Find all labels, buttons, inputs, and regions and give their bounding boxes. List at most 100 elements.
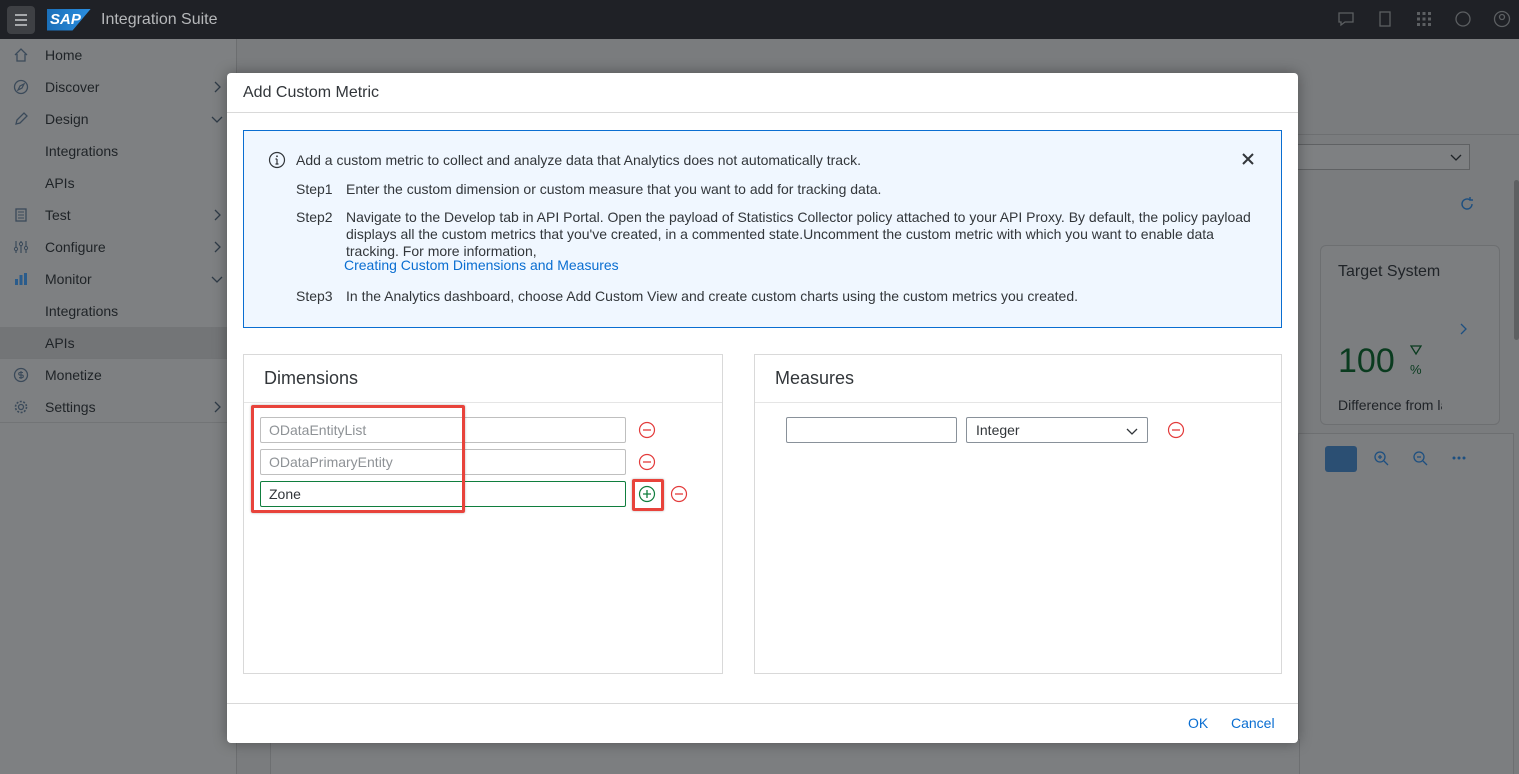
gear-icon: [14, 400, 28, 413]
card-value: 100: [1338, 342, 1395, 380]
menu-button[interactable]: [7, 5, 35, 34]
add-dimension-button[interactable]: [638, 485, 656, 503]
nav-label: Test: [45, 207, 71, 223]
refresh-icon: [1461, 197, 1473, 210]
nav-item-configure[interactable]: Configure: [0, 231, 236, 263]
list-view-button: [1325, 446, 1357, 472]
nav-item-monetize[interactable]: Monetize: [0, 359, 236, 391]
nav-label: APIs: [45, 334, 75, 351]
background-chart-panel: [1298, 433, 1514, 774]
dollar-icon: [13, 367, 29, 383]
nav-item-monitor[interactable]: Monitor: [0, 263, 236, 295]
step-text: Enter the custom dimension or custom mea…: [346, 181, 882, 197]
dimensions-panel: Dimensions: [243, 354, 723, 674]
chevron-right-icon: [214, 209, 221, 221]
remove-icon: [638, 453, 656, 471]
card-title: Target System: [1338, 263, 1441, 280]
measure-type-select[interactable]: Integer: [966, 417, 1148, 443]
cancel-button[interactable]: Cancel: [1231, 715, 1275, 731]
nav-item-test[interactable]: Test: [0, 199, 236, 231]
measure-name-input[interactable]: [786, 417, 957, 443]
sap-logo[interactable]: SAP: [47, 8, 91, 31]
copy-button[interactable]: [1374, 8, 1396, 30]
measures-title: Measures: [755, 355, 1281, 403]
bar-chart-icon: [15, 273, 27, 285]
help-button[interactable]: [1452, 8, 1474, 30]
dialog-content: Add a custom metric to collect and analy…: [227, 114, 1298, 703]
measures-panel: Measures Integer: [754, 354, 1282, 674]
background-scrollbar[interactable]: [1514, 180, 1519, 340]
zoom-out-icon: [1413, 451, 1428, 466]
chevron-right-icon: [1460, 323, 1467, 335]
close-icon[interactable]: [1240, 151, 1256, 167]
remove-dimension-1-button[interactable]: [638, 421, 656, 439]
nav-item-design-apis[interactable]: APIs: [0, 167, 236, 199]
remove-icon: [1167, 421, 1185, 439]
nav-label: Monetize: [45, 367, 102, 383]
chevron-right-icon: [214, 241, 221, 253]
nav-item-discover[interactable]: Discover: [0, 71, 236, 103]
nav-label: Integrations: [45, 143, 119, 159]
side-navigation: Home Discover Design Integrations APIs T…: [0, 39, 237, 774]
dialog-header: Add Custom Metric: [227, 73, 1298, 113]
add-custom-metric-dialog: Add Custom Metric Add a custom metric to…: [227, 73, 1298, 743]
nav-label: Monitor: [45, 271, 92, 287]
chevron-down-icon: [1450, 154, 1462, 161]
sliders-icon: [13, 241, 29, 253]
remove-dimension-3-button[interactable]: [670, 485, 688, 503]
step-label: Step2: [296, 209, 333, 225]
nav-item-design-integrations[interactable]: Integrations: [0, 135, 236, 167]
step-text: In the Analytics dashboard, choose Add C…: [346, 288, 1079, 304]
nav-label: Discover: [45, 79, 100, 95]
remove-measure-button[interactable]: [1167, 421, 1185, 439]
user-button[interactable]: [1491, 8, 1513, 30]
background-dropdown: [1288, 144, 1470, 170]
add-icon: [638, 485, 656, 503]
step-label: Step1: [296, 181, 333, 197]
custom-dimensions-link[interactable]: Creating Custom Dimensions and Measures: [344, 257, 619, 273]
info-intro-text: Add a custom metric to collect and analy…: [296, 152, 861, 168]
pencil-icon: [15, 112, 28, 125]
nav-item-monitor-integrations[interactable]: Integrations: [0, 295, 236, 327]
nav-item-design[interactable]: Design: [0, 103, 236, 135]
home-icon: [14, 48, 28, 62]
feedback-icon: [1338, 12, 1354, 27]
step-text: Navigate to the Develop tab in API Porta…: [346, 209, 1251, 259]
chevron-down-icon: [211, 116, 223, 123]
chevron-right-icon: [214, 81, 221, 93]
target-system-card: Target System 100 % Difference from la: [1320, 245, 1500, 425]
ok-button[interactable]: OK: [1188, 715, 1208, 731]
help-icon: [1455, 11, 1471, 27]
step-label: Step3: [296, 288, 333, 304]
dimensions-title: Dimensions: [244, 355, 722, 403]
nav-item-monitor-apis[interactable]: APIs: [0, 327, 236, 359]
nav-item-home[interactable]: Home: [0, 39, 236, 71]
user-icon: [1493, 10, 1511, 28]
shell-bar: SAP Integration Suite: [0, 0, 1519, 39]
trend-down-icon: [1410, 345, 1422, 356]
nav-label: Home: [45, 47, 83, 63]
dimension-field-3[interactable]: [260, 481, 626, 507]
hamburger-icon: [15, 13, 27, 26]
nav-label: Settings: [45, 398, 96, 415]
dialog-footer: OK Cancel: [227, 703, 1298, 743]
remove-dimension-2-button[interactable]: [638, 453, 656, 471]
remove-icon: [638, 421, 656, 439]
compass-icon: [13, 79, 29, 95]
nav-label: Configure: [45, 239, 106, 255]
background-left-panel: [270, 739, 1300, 774]
document-icon: [1379, 11, 1391, 27]
dimension-field-2[interactable]: [260, 449, 626, 475]
card-unit: %: [1410, 362, 1422, 377]
dimension-field-1[interactable]: [260, 417, 626, 443]
chevron-right-icon: [214, 401, 221, 413]
chevron-down-icon: [211, 276, 223, 283]
apps-button[interactable]: [1413, 8, 1435, 30]
grid-icon: [1417, 12, 1431, 26]
nav-item-settings[interactable]: Settings: [0, 391, 236, 423]
measure-type-value: Integer: [976, 422, 1020, 438]
feedback-button[interactable]: [1335, 8, 1357, 30]
more-icon: [1452, 456, 1466, 460]
chevron-down-icon: [1126, 428, 1138, 435]
info-icon: [268, 151, 286, 169]
